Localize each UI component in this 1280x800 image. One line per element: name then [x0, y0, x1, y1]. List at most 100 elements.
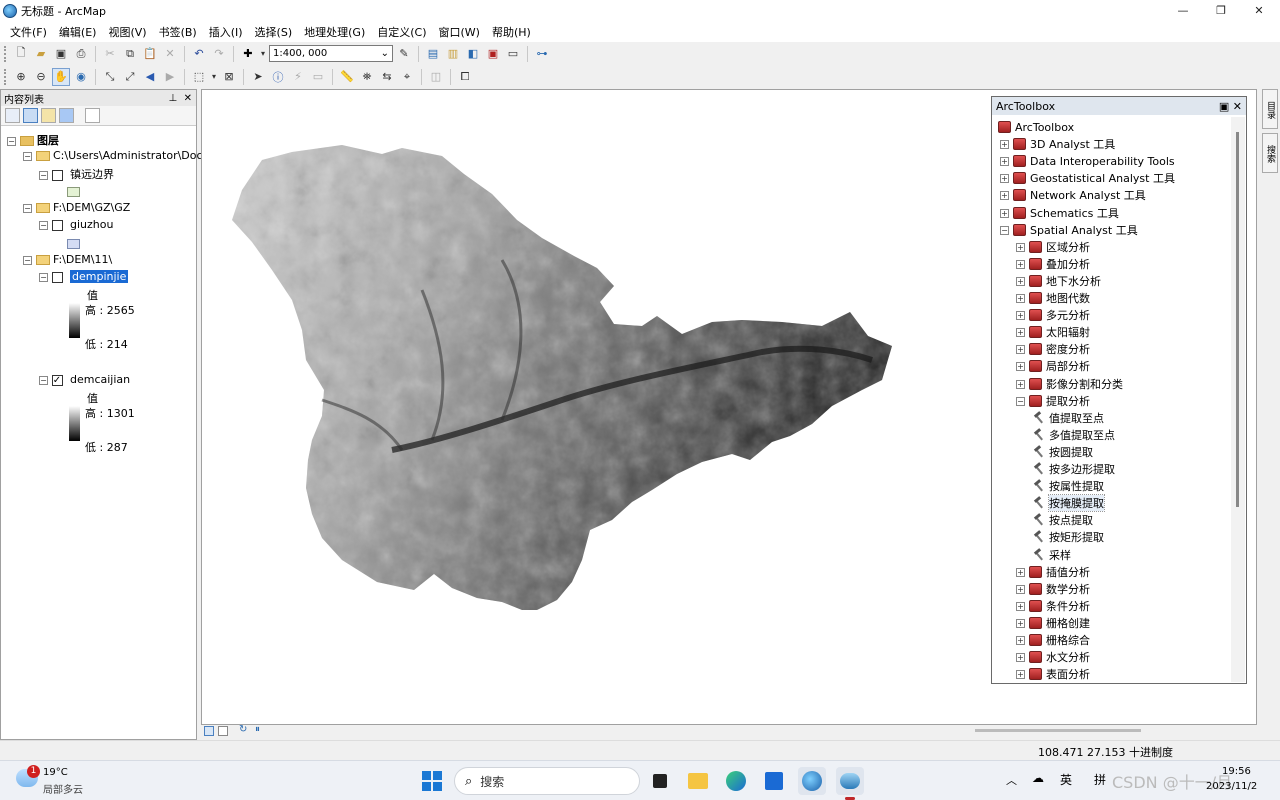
clear-selection-icon[interactable]: ⊠ — [220, 68, 238, 86]
print-icon[interactable]: ⎙ — [72, 45, 90, 63]
expand-icon[interactable]: + — [1000, 173, 1009, 183]
arcmap-taskbar-icon[interactable] — [798, 767, 826, 795]
expand-icon[interactable]: + — [1016, 584, 1025, 594]
horizontal-scrollbar[interactable] — [975, 729, 1141, 732]
menu-edit[interactable]: 编辑(E) — [53, 24, 103, 40]
back-extent-icon[interactable]: ◀ — [141, 68, 159, 86]
menu-insert[interactable]: 插入(I) — [203, 24, 249, 40]
collapse-icon[interactable]: − — [39, 272, 48, 282]
find-binoculars-icon[interactable]: ⛯ — [358, 68, 376, 86]
toolset-item[interactable]: + 表面分析 — [1016, 666, 1090, 682]
toc-layer-giuzhou[interactable]: − giuzhou — [39, 218, 113, 231]
catalog-side-tab[interactable]: 目录 — [1262, 89, 1278, 129]
select-features-icon[interactable]: ⬚ — [190, 68, 208, 86]
expand-icon[interactable]: + — [1000, 139, 1009, 149]
toolset-item[interactable]: + 地下水分析 — [1016, 273, 1101, 289]
expand-icon[interactable]: + — [1016, 567, 1025, 577]
ime-lang-indicator[interactable]: 英 — [1060, 771, 1072, 788]
time-slider-icon[interactable]: ◫ — [427, 68, 445, 86]
fixed-zoom-in-icon[interactable]: ⤡ — [101, 68, 119, 86]
zoom-in-icon[interactable]: ⊕ — [12, 68, 30, 86]
toolset-item[interactable]: + 局部分析 — [1016, 358, 1090, 374]
expand-icon[interactable]: + — [1016, 361, 1025, 371]
create-viewer-window-icon[interactable]: ⧠ — [456, 68, 474, 86]
toc-root[interactable]: − 图层 — [7, 132, 59, 148]
collapse-icon[interactable]: − — [39, 375, 48, 385]
toolbox-item[interactable]: + Data Interoperability Tools — [1000, 153, 1175, 169]
tool-item[interactable]: 按掩膜提取 — [1032, 494, 1105, 512]
search-side-tab[interactable]: 搜索 — [1262, 133, 1278, 173]
redo-icon[interactable]: ↷ — [210, 45, 228, 63]
toolset-item[interactable]: + 多元分析 — [1016, 307, 1090, 323]
table-of-contents-icon[interactable]: ▤ — [424, 45, 442, 63]
maximize-button[interactable]: ❐ — [1202, 0, 1240, 21]
toc-layer-demcaijian[interactable]: − ✓ demcaijian — [39, 373, 130, 386]
search-window-icon[interactable]: ◧ — [464, 45, 482, 63]
toolset-item[interactable]: + 密度分析 — [1016, 341, 1090, 357]
taskbar-search-box[interactable]: ⌕ 搜索 — [454, 767, 640, 795]
toolset-item[interactable]: − 提取分析 — [1016, 393, 1090, 409]
expand-icon[interactable]: + — [1016, 618, 1025, 628]
add-data-icon[interactable]: ✚ — [239, 45, 257, 63]
new-document-icon[interactable]: 🗋 — [12, 45, 30, 63]
pause-drawing-icon[interactable]: ⏸ — [255, 724, 260, 735]
collapse-icon[interactable]: − — [39, 170, 48, 180]
expand-icon[interactable]: + — [1000, 156, 1009, 166]
expand-icon[interactable]: + — [1016, 669, 1025, 679]
menu-customize[interactable]: 自定义(C) — [371, 24, 432, 40]
tool-item[interactable]: 值提取至点 — [1032, 410, 1104, 426]
python-window-icon[interactable]: ▭ — [504, 45, 522, 63]
html-popup-icon[interactable]: ▭ — [309, 68, 327, 86]
expand-icon[interactable]: + — [1016, 293, 1025, 303]
tool-item[interactable]: 按圆提取 — [1032, 444, 1093, 460]
toolset-item[interactable]: + 地图代数 — [1016, 290, 1090, 306]
file-explorer-icon[interactable] — [684, 767, 712, 795]
model-builder-icon[interactable]: ⊶ — [533, 45, 551, 63]
tool-item[interactable]: 按点提取 — [1032, 512, 1093, 528]
select-elements-icon[interactable]: ➤ — [249, 68, 267, 86]
toolbox-item[interactable]: − Spatial Analyst 工具 — [1000, 222, 1138, 238]
clock-date[interactable]: 2023/11/2 — [1206, 781, 1257, 792]
toc-group-1[interactable]: − C:\Users\Administrator\Doc — [23, 149, 203, 162]
toc-layer-dempinjie[interactable]: − dempinjie — [39, 270, 129, 283]
map-scale-combobox[interactable]: 1:400, 000 ⌄ — [269, 45, 393, 62]
fixed-zoom-out-icon[interactable]: ⤢ — [121, 68, 139, 86]
collapse-icon[interactable]: − — [7, 136, 16, 146]
expand-icon[interactable]: + — [1016, 259, 1025, 269]
collapse-icon[interactable]: − — [39, 220, 48, 230]
toc-group-3[interactable]: − F:\DEM\11\ — [23, 253, 112, 266]
zoom-out-icon[interactable]: ⊖ — [32, 68, 50, 86]
tool-item[interactable]: 按多边形提取 — [1032, 461, 1115, 477]
cut-icon[interactable]: ✂ — [101, 45, 119, 63]
expand-icon[interactable]: + — [1000, 208, 1009, 218]
full-extent-icon[interactable]: ◉ — [72, 68, 90, 86]
save-icon[interactable]: ▣ — [52, 45, 70, 63]
undo-icon[interactable]: ↶ — [190, 45, 208, 63]
expand-icon[interactable]: + — [1016, 601, 1025, 611]
add-data-dropdown-icon[interactable]: ▾ — [259, 45, 267, 63]
menu-help[interactable]: 帮助(H) — [486, 24, 537, 40]
menu-file[interactable]: 文件(F) — [4, 24, 53, 40]
arctoolbox-taskbar-icon[interactable] — [836, 767, 864, 795]
pin-icon[interactable]: ⊥ — [169, 93, 178, 104]
list-by-drawing-order-icon[interactable] — [5, 108, 20, 123]
arctoolbox-icon[interactable]: ▣ — [484, 45, 502, 63]
layer-symbol[interactable] — [67, 185, 80, 198]
arctoolbox-root[interactable]: ArcToolbox — [998, 119, 1074, 135]
edge-browser-icon[interactable] — [722, 767, 750, 795]
clock-time[interactable]: 19:56 — [1222, 766, 1251, 777]
hyperlink-icon[interactable]: ⚡ — [289, 68, 307, 86]
toolset-item[interactable]: + 栅格综合 — [1016, 632, 1090, 648]
data-view-icon[interactable] — [204, 726, 214, 736]
toolset-item[interactable]: + 条件分析 — [1016, 598, 1090, 614]
collapse-icon[interactable]: − — [23, 151, 32, 161]
expand-icon[interactable]: + — [1016, 310, 1025, 320]
collapse-icon[interactable]: − — [1016, 396, 1025, 406]
toc-layer-zhenyuan[interactable]: − 镇远边界 — [39, 166, 114, 182]
minimize-button[interactable]: — — [1164, 0, 1202, 21]
layer-visibility-checkbox[interactable] — [51, 219, 63, 231]
select-dropdown-icon[interactable]: ▾ — [210, 68, 218, 86]
toolbar-grip[interactable] — [4, 68, 7, 85]
scrollbar-thumb[interactable] — [1236, 132, 1239, 507]
measure-icon[interactable]: 📏 — [338, 68, 356, 86]
